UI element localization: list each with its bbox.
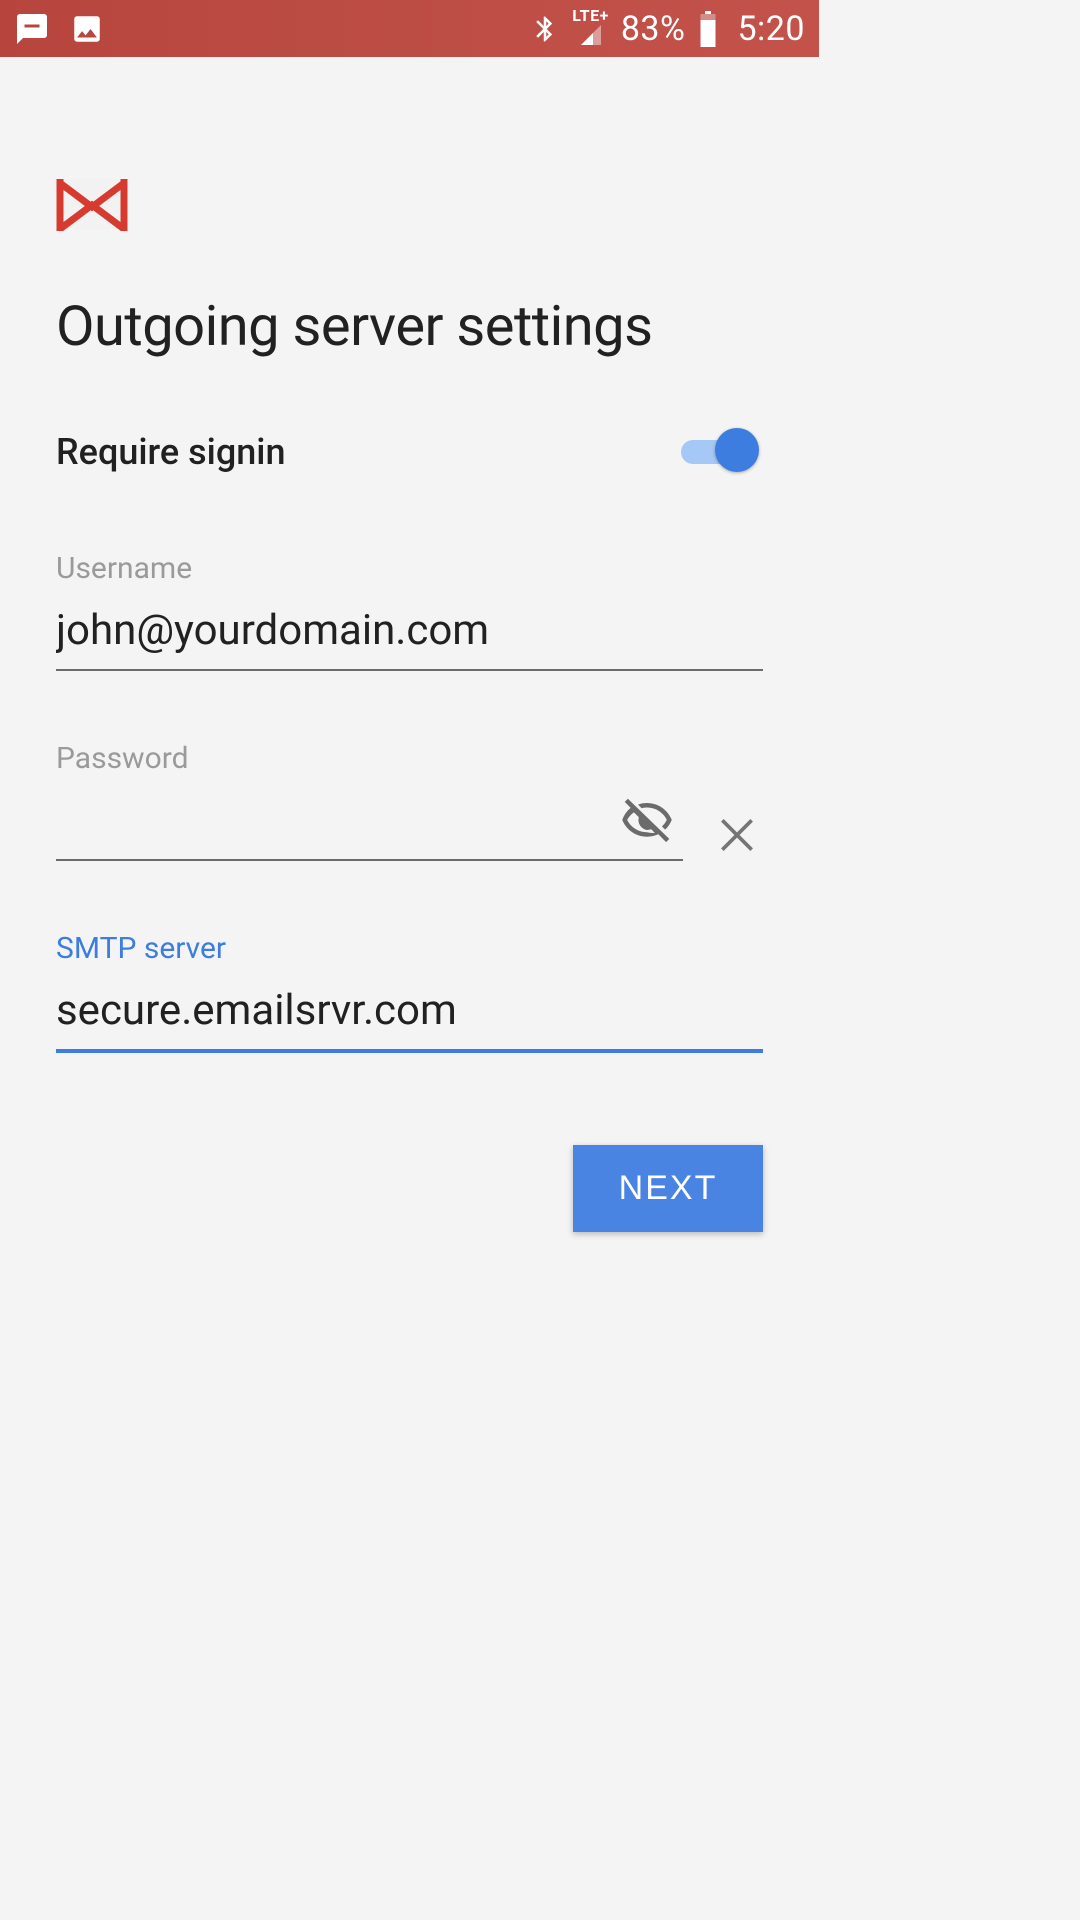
message-notification-icon <box>14 11 50 47</box>
photo-notification-icon <box>70 12 104 46</box>
content: Outgoing server settings Require signin … <box>0 57 819 1232</box>
smtp-field: SMTP server <box>56 931 763 1053</box>
smtp-label: SMTP server <box>56 931 763 966</box>
require-signin-toggle[interactable] <box>681 434 755 470</box>
battery-icon <box>697 11 719 47</box>
next-button[interactable]: NEXT <box>573 1145 763 1232</box>
smtp-input[interactable] <box>56 978 763 1053</box>
password-input[interactable] <box>56 788 683 861</box>
status-right: LTE+ 83% 5:20 <box>530 9 805 49</box>
toggle-password-visibility-icon[interactable] <box>617 791 677 851</box>
battery-percentage: 83% <box>621 9 686 49</box>
clock: 5:20 <box>737 9 805 49</box>
password-label: Password <box>56 741 763 776</box>
gmail-logo-icon <box>56 177 128 235</box>
username-label: Username <box>56 551 763 586</box>
network-type-label: LTE+ <box>572 10 609 23</box>
require-signin-label: Require signin <box>56 431 286 473</box>
actions: NEXT <box>56 1145 763 1232</box>
require-signin-row: Require signin <box>56 431 763 473</box>
clear-password-icon[interactable] <box>711 809 763 861</box>
username-input[interactable] <box>56 598 763 671</box>
password-field: Password <box>56 741 763 861</box>
page-title: Outgoing server settings <box>56 293 763 359</box>
cellular-indicator: LTE+ <box>572 10 609 47</box>
bluetooth-icon <box>530 11 560 47</box>
username-field: Username <box>56 551 763 671</box>
status-left <box>14 11 104 47</box>
status-bar: LTE+ 83% 5:20 <box>0 0 819 57</box>
